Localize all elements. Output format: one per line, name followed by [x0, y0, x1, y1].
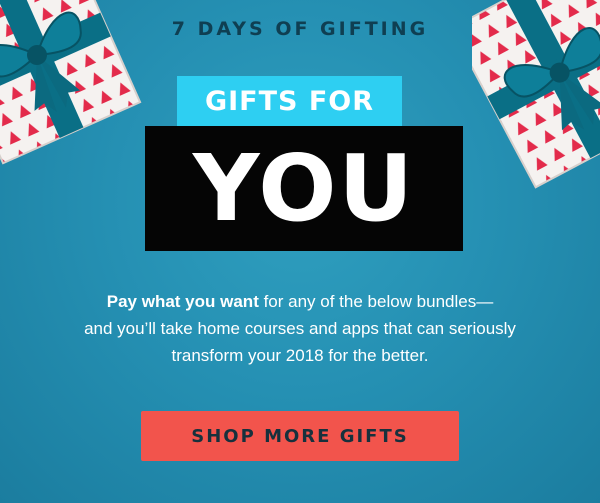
shop-more-gifts-button[interactable]: SHOP MORE GIFTS	[141, 411, 459, 461]
promo-lead: Pay what you want	[106, 292, 259, 311]
gifting-banner: 7 DAYS OF GIFTING GIFTS FOR YOU Pay what…	[0, 0, 600, 503]
eyebrow-title: 7 DAYS OF GIFTING	[171, 18, 429, 40]
promo-text-2: and you’ll take home courses and apps th…	[84, 319, 516, 338]
heading-gifts-for: GIFTS FOR	[177, 76, 402, 126]
promo-text-1: for any of the below bundles—	[258, 292, 494, 311]
heading-you: YOU	[145, 126, 463, 251]
promo-text-3: transform your 2018 for the better.	[171, 346, 429, 365]
promo-description: Pay what you want for any of the below b…	[40, 288, 560, 369]
